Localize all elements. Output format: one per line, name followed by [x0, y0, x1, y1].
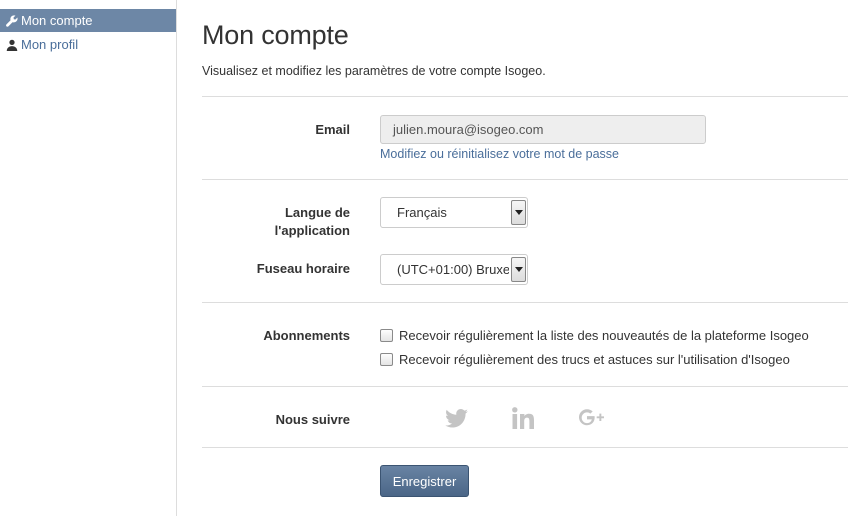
timezone-selected-value: (UTC+01:00) Bruxelles: [397, 262, 509, 277]
divider: [202, 179, 848, 180]
google-plus-icon[interactable]: [578, 405, 604, 431]
sidebar-item-mon-compte[interactable]: Mon compte: [0, 9, 176, 32]
page-title: Mon compte: [202, 20, 349, 50]
linkedin-icon[interactable]: [511, 405, 535, 431]
twitter-icon[interactable]: [444, 405, 468, 431]
sidebar-item-label: Mon compte: [21, 13, 93, 28]
page-description: Visualisez et modifiez les paramètres de…: [202, 64, 546, 78]
subscriptions-label: Abonnements: [263, 328, 350, 343]
email-value: julien.moura@isogeo.com: [393, 122, 544, 137]
sidebar-item-mon-profil[interactable]: Mon profil: [0, 33, 176, 56]
language-label: Langue de l'application: [274, 205, 350, 238]
news-checkbox[interactable]: [380, 329, 393, 342]
wrench-icon: [6, 14, 18, 27]
email-label: Email: [315, 122, 350, 137]
sidebar-item-label: Mon profil: [21, 37, 79, 52]
save-button[interactable]: Enregistrer: [380, 465, 469, 497]
subscription-tips-option[interactable]: Recevoir régulièrement des trucs et astu…: [380, 352, 790, 367]
chevron-down-icon[interactable]: [511, 200, 526, 225]
divider: [202, 386, 848, 387]
divider: [202, 96, 848, 97]
subscription-news-option[interactable]: Recevoir régulièrement la liste des nouv…: [380, 328, 809, 343]
timezone-select[interactable]: (UTC+01:00) Bruxelles: [380, 254, 528, 285]
checkbox-label: Recevoir régulièrement des trucs et astu…: [399, 352, 790, 367]
divider: [202, 447, 848, 448]
email-field[interactable]: julien.moura@isogeo.com: [380, 115, 706, 144]
checkbox-label: Recevoir régulièrement la liste des nouv…: [399, 328, 809, 343]
chevron-down-icon[interactable]: [511, 257, 526, 282]
sidebar: Mon compte Mon profil: [0, 0, 177, 516]
follow-label: Nous suivre: [275, 412, 350, 427]
language-select[interactable]: Français: [380, 197, 528, 228]
user-icon: [6, 39, 18, 51]
tips-checkbox[interactable]: [380, 353, 393, 366]
password-reset-link[interactable]: Modifiez ou réinitialisez votre mot de p…: [380, 147, 619, 161]
language-selected-value: Français: [397, 205, 447, 220]
divider: [202, 302, 848, 303]
timezone-label: Fuseau horaire: [256, 261, 350, 276]
